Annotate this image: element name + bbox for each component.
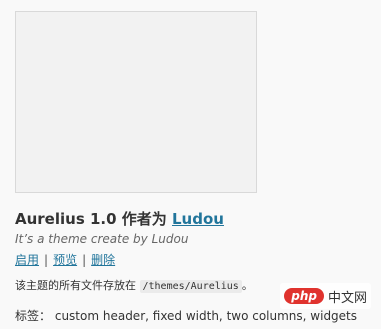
watermark-text: 中文网 (327, 290, 367, 306)
preview-link[interactable]: 预览 (53, 253, 77, 267)
files-path: /themes/Aurelius (139, 280, 242, 293)
theme-author-link[interactable]: Ludou (172, 210, 224, 228)
action-separator: | (44, 253, 49, 267)
theme-description: It’s a theme create by Ludou (15, 232, 189, 246)
theme-actions: 启用 | 预览 | 删除 (15, 252, 381, 268)
watermark: php 中文网 (280, 283, 371, 309)
activate-link[interactable]: 启用 (15, 253, 39, 267)
theme-name-version: Aurelius 1.0 作者为 (15, 210, 172, 228)
theme-card: Aurelius 1.0 作者为 Ludou It’s a theme crea… (15, 11, 381, 324)
tags-label: 标签： (15, 309, 52, 323)
tags-list: custom header, fixed width, two columns,… (54, 309, 358, 323)
theme-screenshot[interactable] (15, 11, 257, 193)
files-prefix: 该主题的所有文件存放在 (15, 279, 140, 292)
theme-tags: 标签： custom header, fixed width, two colu… (15, 308, 381, 324)
files-suffix: 。 (241, 279, 253, 292)
delete-link[interactable]: 删除 (91, 253, 115, 267)
php-logo: php (284, 288, 324, 304)
theme-title: Aurelius 1.0 作者为 Ludou (15, 209, 381, 229)
action-separator: | (82, 253, 87, 267)
